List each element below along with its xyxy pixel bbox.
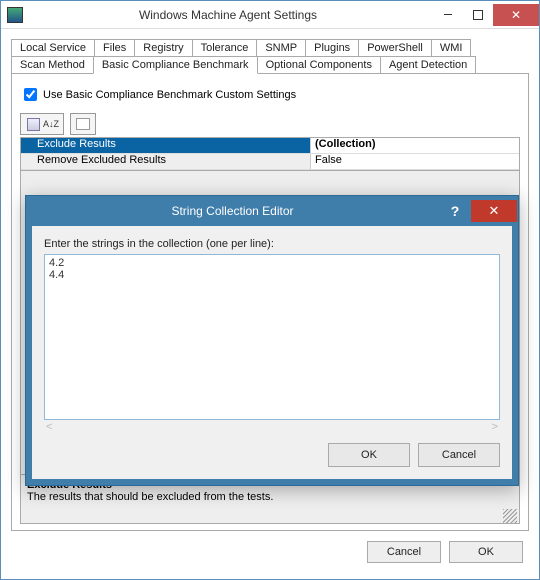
description-text: The results that should be excluded from… — [27, 491, 513, 503]
propgrid-toolbar: A↓Z — [20, 113, 520, 135]
prop-exclude-results[interactable]: Exclude Results (Collection) — [21, 138, 519, 154]
tab-local-service[interactable]: Local Service — [11, 39, 95, 57]
tab-snmp[interactable]: SNMP — [256, 39, 306, 57]
modal-titlebar: String Collection Editor ? ✕ — [26, 196, 518, 226]
ok-button[interactable]: OK — [449, 541, 523, 563]
modal-body: Enter the strings in the collection (one… — [26, 226, 518, 485]
dialog-footer: Cancel OK — [11, 531, 529, 567]
modal-ok-button[interactable]: OK — [328, 443, 410, 467]
resize-grip-icon[interactable] — [503, 509, 517, 523]
tab-wmi[interactable]: WMI — [431, 39, 472, 57]
tab-optional-components[interactable]: Optional Components — [257, 56, 381, 74]
custom-settings-checkbox[interactable] — [24, 88, 37, 101]
prop-name: Remove Excluded Results — [21, 154, 311, 169]
tab-row-2: Scan Method Basic Compliance Benchmark O… — [11, 56, 529, 74]
modal-label: Enter the strings in the collection (one… — [44, 238, 500, 250]
tab-tolerance[interactable]: Tolerance — [192, 39, 258, 57]
modal-footer: OK Cancel — [44, 443, 500, 467]
h-scroll-hint: <> — [44, 421, 500, 433]
minimize-button[interactable] — [433, 4, 463, 26]
tab-plugins[interactable]: Plugins — [305, 39, 359, 57]
tab-scan-method[interactable]: Scan Method — [11, 56, 94, 74]
prop-value[interactable]: False — [311, 154, 519, 169]
modal-title: String Collection Editor — [26, 204, 439, 218]
tool-group-main: A↓Z — [20, 113, 64, 135]
custom-settings-row: Use Basic Compliance Benchmark Custom Se… — [24, 88, 520, 101]
prop-value[interactable]: (Collection) — [311, 138, 519, 153]
cancel-button[interactable]: Cancel — [367, 541, 441, 563]
categorize-icon[interactable] — [24, 115, 42, 133]
app-icon — [7, 7, 23, 23]
maximize-button[interactable] — [463, 4, 493, 26]
tab-registry[interactable]: Registry — [134, 39, 192, 57]
property-grid: Exclude Results (Collection) Remove Excl… — [20, 137, 520, 171]
collection-textarea[interactable] — [44, 254, 500, 420]
modal-close-button[interactable]: ✕ — [471, 200, 517, 222]
help-button[interactable]: ? — [439, 203, 471, 219]
modal-cancel-button[interactable]: Cancel — [418, 443, 500, 467]
window-title: Windows Machine Agent Settings — [23, 8, 433, 22]
tab-files[interactable]: Files — [94, 39, 135, 57]
prop-name: Exclude Results — [21, 138, 311, 153]
custom-settings-label: Use Basic Compliance Benchmark Custom Se… — [43, 89, 296, 101]
titlebar: Windows Machine Agent Settings ✕ — [1, 1, 539, 29]
prop-remove-excluded[interactable]: Remove Excluded Results False — [21, 154, 519, 170]
tool-group-page — [70, 113, 96, 135]
tab-powershell[interactable]: PowerShell — [358, 39, 432, 57]
property-pages-icon[interactable] — [74, 115, 92, 133]
sort-az-icon[interactable]: A↓Z — [42, 115, 60, 133]
string-collection-editor: String Collection Editor ? ✕ Enter the s… — [25, 195, 519, 486]
tab-agent-detection[interactable]: Agent Detection — [380, 56, 476, 74]
tab-row-1: Local Service Files Registry Tolerance S… — [11, 39, 529, 57]
tab-basic-compliance[interactable]: Basic Compliance Benchmark — [93, 56, 258, 74]
close-button[interactable]: ✕ — [493, 4, 539, 26]
